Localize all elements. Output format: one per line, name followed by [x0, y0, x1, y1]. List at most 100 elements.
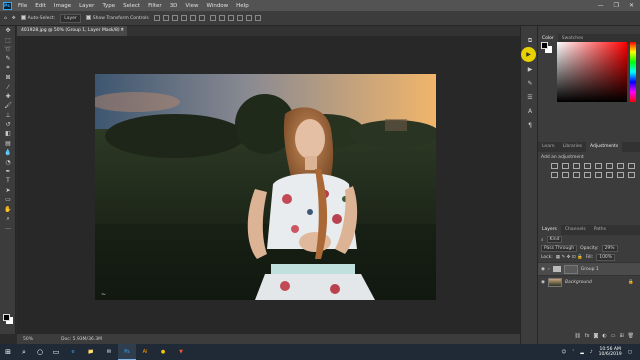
eyedropper-tool-icon[interactable]: ⁄ [0, 82, 16, 91]
menu-edit[interactable]: Edit [31, 3, 50, 9]
black-white-icon[interactable] [628, 163, 635, 169]
play-action-icon[interactable]: ▶ [521, 47, 536, 62]
document-tab[interactable]: 401928.jpg @ 50% (Group 1, Layer Mask/8)… [17, 26, 127, 36]
file-explorer-app-icon[interactable]: 📁 [82, 344, 100, 360]
distribute-right-icon[interactable] [254, 15, 261, 21]
hue-saturation-icon[interactable] [606, 163, 613, 169]
menu-select[interactable]: Select [119, 3, 144, 9]
path-select-tool-icon[interactable]: ➤ [0, 186, 16, 195]
kind-filter-dropdown[interactable]: Kind [546, 236, 563, 243]
task-switch-icon[interactable]: ▭ [48, 344, 64, 360]
selective-color-icon[interactable] [628, 172, 635, 178]
add-mask-icon[interactable]: ◙ [593, 333, 598, 342]
mail-app-icon[interactable]: ✉ [100, 344, 118, 360]
tab-libraries[interactable]: Libraries [559, 142, 586, 152]
menu-view[interactable]: View [181, 3, 202, 9]
people-icon[interactable]: ☺ [561, 350, 566, 355]
character-icon[interactable]: A [521, 104, 539, 118]
menu-3d[interactable]: 3D [166, 3, 182, 9]
type-tool-icon[interactable]: T [0, 176, 16, 185]
move-tool-icon[interactable]: ✥ [0, 26, 16, 35]
gradient-tool-icon[interactable]: ▤ [0, 139, 16, 148]
tray-up-arrow-icon[interactable]: ˄ [572, 350, 574, 355]
posterize-icon[interactable] [595, 172, 602, 178]
menu-image[interactable]: Image [50, 3, 75, 9]
layer-row[interactable]: ◉ Background 🔒 [538, 275, 640, 288]
photoshop-app-icon[interactable]: Ps [118, 344, 136, 360]
layer-style-icon[interactable]: fx [585, 333, 590, 342]
distribute-bottom-icon[interactable] [227, 15, 234, 21]
blur-tool-icon[interactable]: 💧 [0, 148, 16, 157]
layer-thumbnail[interactable] [547, 277, 562, 287]
color-lookup-icon[interactable] [573, 172, 580, 178]
clock[interactable]: 10:56 AM 10/6/2019 [599, 347, 622, 357]
properties-icon[interactable]: ☰ [521, 90, 539, 104]
tab-paths[interactable]: Paths [590, 225, 610, 235]
visibility-eye-icon[interactable]: ◉ [541, 280, 545, 285]
photo-filter-icon[interactable] [551, 172, 558, 178]
history-icon[interactable]: ⧉ [521, 34, 539, 48]
notifications-icon[interactable]: ▢ [628, 350, 632, 355]
distribute-center-icon[interactable] [245, 15, 252, 21]
tab-learn[interactable]: Learn [538, 142, 559, 152]
align-left-icon[interactable] [180, 15, 187, 21]
visibility-eye-icon[interactable]: ◉ [541, 267, 545, 272]
auto-select-dropdown[interactable]: Layer [60, 13, 81, 23]
paragraph-icon[interactable]: ¶ [521, 118, 539, 132]
foreground-color-chip[interactable] [541, 42, 548, 49]
new-group-icon[interactable]: ▭ [611, 333, 616, 342]
edge-app-icon[interactable]: e [64, 344, 82, 360]
doc-size[interactable]: Doc: 5.93M/36.3M [61, 337, 102, 342]
search-icon[interactable]: ⌕ [16, 344, 32, 360]
fill-field[interactable]: 100% [596, 254, 616, 261]
minimize-button[interactable]: — [598, 2, 604, 9]
illustrator-app-icon[interactable]: Ai [136, 344, 154, 360]
history-brush-tool-icon[interactable]: ↺ [0, 120, 16, 129]
actions-icon[interactable]: ▶ [521, 62, 539, 76]
opacity-field[interactable]: 29% [601, 245, 618, 252]
levels-icon[interactable] [562, 163, 569, 169]
crop-tool-icon[interactable]: ⌗ [0, 64, 16, 73]
auto-select-checkbox[interactable]: Auto-Select: [20, 15, 55, 21]
rectangle-tool-icon[interactable]: ▭ [0, 195, 16, 204]
align-center-icon[interactable] [189, 15, 196, 21]
distribute-top-icon[interactable] [209, 15, 216, 21]
brightness-contrast-icon[interactable] [551, 163, 558, 169]
gradient-map-icon[interactable] [617, 172, 624, 178]
invert-icon[interactable] [584, 172, 591, 178]
threshold-icon[interactable] [606, 172, 613, 178]
chrome-app-icon[interactable]: ● [154, 344, 172, 360]
home-icon[interactable]: ⌂ [4, 16, 7, 21]
close-tab-icon[interactable]: × [120, 26, 124, 36]
channel-mixer-icon[interactable] [562, 172, 569, 178]
pen-tool-icon[interactable]: ✒ [0, 167, 16, 176]
maximize-button[interactable]: ❐ [614, 2, 619, 9]
blend-mode-dropdown[interactable]: Pass Through [541, 245, 578, 252]
color-balance-icon[interactable] [617, 163, 624, 169]
move-tool-icon[interactable]: ✥ [12, 16, 16, 21]
document-image[interactable]: ~ [95, 74, 436, 300]
curves-icon[interactable] [573, 163, 580, 169]
new-adjustment-icon[interactable]: ◐ [602, 333, 606, 342]
frame-tool-icon[interactable]: ⊠ [0, 73, 16, 82]
expand-arrow-icon[interactable]: › [548, 267, 550, 272]
menu-filter[interactable]: Filter [144, 3, 166, 9]
hue-slider[interactable] [630, 42, 636, 102]
marquee-tool-icon[interactable]: ⬚ [0, 35, 16, 44]
lasso-tool-icon[interactable]: ➰ [0, 45, 16, 54]
link-layers-icon[interactable]: ⛓ [574, 333, 580, 342]
task-view-icon[interactable]: ○ [32, 344, 48, 360]
exposure-icon[interactable] [584, 163, 591, 169]
menu-file[interactable]: File [14, 3, 31, 9]
tab-layers[interactable]: Layers [538, 225, 561, 235]
brave-app-icon[interactable]: ▼ [172, 344, 190, 360]
distribute-left-icon[interactable] [236, 15, 243, 21]
tab-adjustments[interactable]: Adjustments [586, 142, 623, 152]
foreground-color-swatch[interactable] [3, 314, 10, 321]
vibrance-icon[interactable] [595, 163, 602, 169]
quick-select-tool-icon[interactable]: ✎ [0, 54, 16, 63]
menu-help[interactable]: Help [232, 3, 253, 9]
volume-icon[interactable]: ♪ [590, 350, 593, 355]
brush-tool-icon[interactable]: 🖌 [0, 101, 16, 110]
windows-start-icon[interactable]: ⊞ [0, 344, 16, 360]
